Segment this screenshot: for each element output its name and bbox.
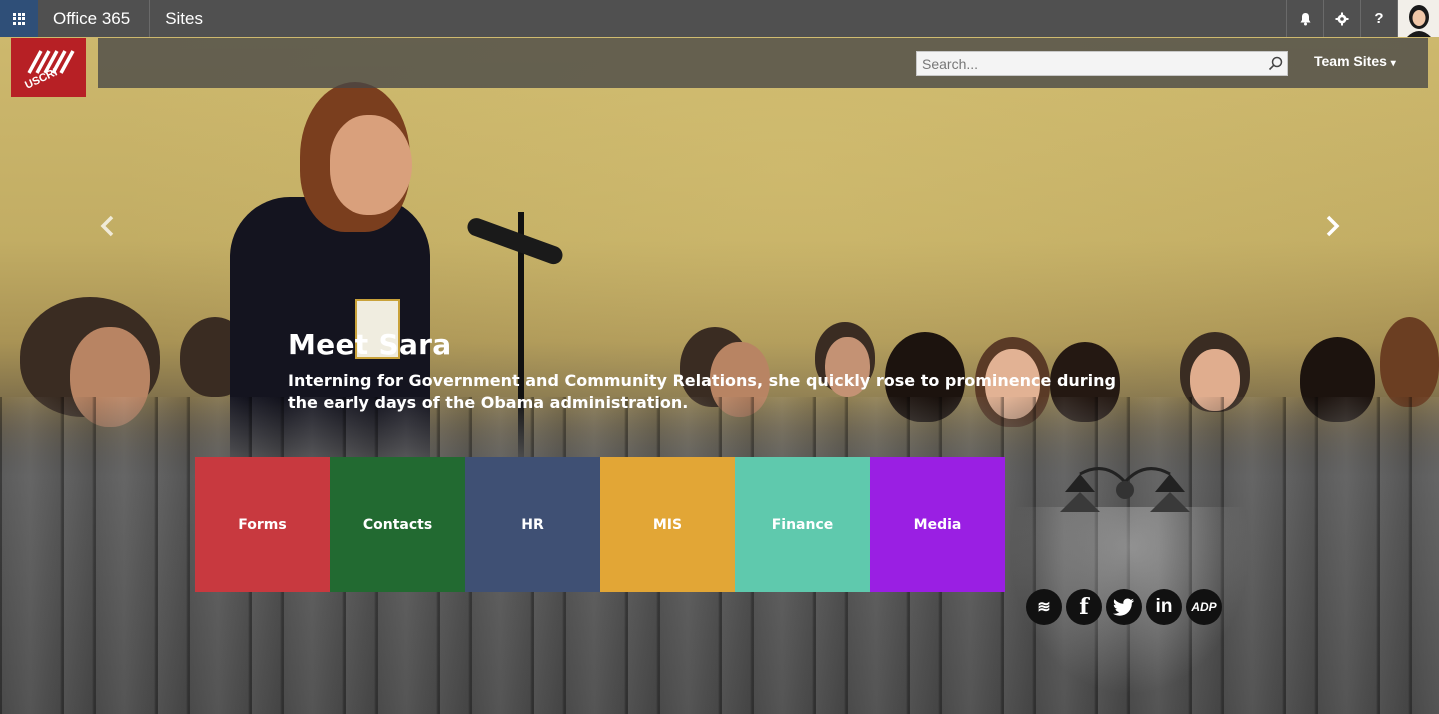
search-box [916, 51, 1288, 76]
office365-brand-link[interactable]: Office 365 [38, 0, 151, 37]
profile-photo-icon [1406, 5, 1431, 37]
tile-forms[interactable]: Forms [195, 457, 330, 592]
suite-bar: Office 365 Sites ? [0, 0, 1439, 37]
site-logo[interactable]: USCRI [11, 38, 86, 97]
team-sites-dropdown[interactable]: Team Sites ▾ [1314, 53, 1396, 69]
search-icon [1268, 56, 1282, 71]
chevron-left-icon [100, 215, 114, 237]
linkedin-link[interactable]: in [1146, 589, 1182, 625]
waffle-icon [13, 12, 25, 25]
carousel-prev-button[interactable] [96, 212, 118, 240]
settings-button[interactable] [1323, 0, 1360, 37]
suite-actions: ? [1286, 0, 1439, 37]
social-links: ≋ f in ADP [1026, 589, 1222, 625]
sites-app-link[interactable]: Sites [150, 0, 218, 37]
carousel-description: Interning for Government and Community R… [288, 371, 1117, 412]
tile-contacts[interactable]: Contacts [330, 457, 465, 592]
tile-mis[interactable]: MIS [600, 457, 735, 592]
facebook-link[interactable]: f [1066, 589, 1102, 625]
search-input[interactable] [917, 52, 1263, 75]
uscri-social-link[interactable]: ≋ [1026, 589, 1062, 625]
gear-icon [1335, 12, 1349, 25]
chevron-down-icon: ▾ [1390, 58, 1396, 69]
microphone [464, 215, 566, 267]
search-button[interactable] [1263, 52, 1287, 75]
chevron-right-icon [1326, 215, 1340, 237]
user-avatar[interactable] [1397, 0, 1439, 37]
uscri-icon: ≋ [1037, 599, 1051, 616]
adp-link[interactable]: ADP [1186, 589, 1222, 625]
adp-icon: ADP [1191, 600, 1217, 614]
wall-lamp-icon [1060, 467, 1190, 512]
uscri-logo-icon: USCRI [23, 49, 75, 91]
tile-finance[interactable]: Finance [735, 457, 870, 592]
team-sites-label: Team Sites [1314, 53, 1387, 69]
notifications-button[interactable] [1286, 0, 1323, 37]
help-icon: ? [1374, 10, 1384, 27]
tile-hr[interactable]: HR [465, 457, 600, 592]
twitter-icon [1113, 598, 1134, 616]
carousel-title: Meet Sara [288, 328, 452, 361]
twitter-link[interactable] [1106, 589, 1142, 625]
quick-link-tiles: Forms Contacts HR MIS Finance Media [195, 457, 1005, 592]
linkedin-icon: in [1155, 596, 1173, 617]
bell-icon [1300, 12, 1310, 25]
tile-media[interactable]: Media [870, 457, 1005, 592]
facebook-icon: f [1079, 594, 1089, 620]
carousel-next-button[interactable] [1322, 212, 1344, 240]
app-launcher-button[interactable] [0, 0, 38, 37]
help-button[interactable]: ? [1360, 0, 1397, 37]
